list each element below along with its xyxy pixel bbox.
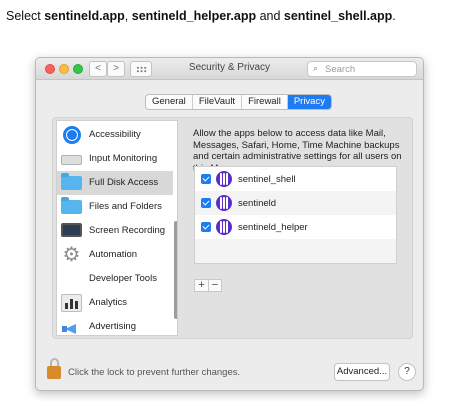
gear-icon: ⚙	[62, 244, 81, 266]
title-bar: < > Security & Privacy ⌕ Search	[36, 58, 423, 80]
sidebar-item-screen-recording[interactable]: Screen Recording	[57, 219, 173, 243]
sentinel-app-icon	[216, 195, 232, 211]
sidebar-item-full-disk-access[interactable]: Full Disk Access	[57, 171, 173, 195]
tab-privacy[interactable]: Privacy	[286, 95, 331, 109]
megaphone-icon	[61, 318, 82, 335]
instruction-app-2: sentineld_helper.app	[131, 9, 257, 23]
lock-icon[interactable]	[47, 358, 61, 380]
sidebar-item-advertising[interactable]: Advertising	[57, 315, 173, 335]
search-icon: ⌕	[313, 63, 319, 73]
sidebar-item-label: Files and Folders	[89, 201, 162, 212]
remove-app-button[interactable]: −	[208, 280, 221, 291]
sidebar-item-label: Input Monitoring	[89, 153, 158, 164]
folder-icon	[61, 197, 82, 214]
app-name: sentineld_helper	[238, 222, 308, 233]
app-row-sentinel-shell[interactable]: sentinel_shell	[195, 167, 396, 191]
instruction-app-1: sentineld.app	[44, 9, 125, 23]
sidebar-item-accessibility[interactable]: Accessibility	[57, 123, 173, 147]
empty-row	[195, 239, 396, 263]
app-row-sentineld[interactable]: sentineld	[195, 191, 396, 215]
app-checkbox[interactable]	[201, 174, 211, 184]
sidebar-item-files-and-folders[interactable]: Files and Folders	[57, 195, 173, 219]
sidebar-item-label: Automation	[89, 249, 138, 260]
tab-filevault[interactable]: FileVault	[191, 95, 241, 109]
help-button[interactable]: ?	[398, 363, 416, 381]
app-checkbox[interactable]	[201, 198, 211, 208]
keyboard-icon	[61, 155, 82, 165]
app-checkbox[interactable]	[201, 222, 211, 232]
folder-icon	[61, 173, 82, 190]
app-name: sentinel_shell	[238, 174, 296, 185]
search-placeholder: Search	[325, 64, 356, 75]
app-name: sentineld	[238, 198, 277, 209]
sidebar-item-label: Full Disk Access	[89, 177, 159, 188]
security-privacy-window: < > Security & Privacy ⌕ Search General …	[35, 57, 424, 391]
tab-bar: General FileVault Firewall Privacy	[145, 94, 332, 110]
sidebar-item-label: Developer Tools	[89, 273, 157, 284]
sidebar-item-label: Accessibility	[89, 129, 141, 140]
sidebar-scrollbar[interactable]	[174, 221, 177, 319]
sidebar-item-label: Advertising	[89, 321, 136, 332]
sidebar-item-label: Screen Recording	[89, 225, 166, 236]
sidebar-item-analytics[interactable]: Analytics	[57, 291, 173, 315]
app-row-sentineld-helper[interactable]: sentineld_helper	[195, 215, 396, 239]
footer-bar: Click the lock to prevent further change…	[36, 346, 423, 390]
lock-text: Click the lock to prevent further change…	[68, 367, 241, 378]
add-app-button[interactable]: +	[195, 280, 208, 291]
instruction-app-3: sentinel_shell.app	[283, 9, 393, 23]
sidebar-item-label: Analytics	[89, 297, 128, 308]
sentinel-app-icon	[216, 219, 232, 235]
display-icon	[61, 223, 82, 237]
sidebar-item-input-monitoring[interactable]: Input Monitoring	[57, 147, 173, 171]
sidebar-item-automation[interactable]: ⚙ Automation	[57, 243, 173, 267]
privacy-category-list: Accessibility Input Monitoring Full Disk…	[56, 120, 178, 336]
app-list: sentinel_shell sentineld sentineld_helpe…	[194, 166, 397, 264]
sidebar-item-developer-tools[interactable]: Developer Tools	[57, 267, 173, 291]
accessibility-icon	[63, 126, 81, 144]
search-input[interactable]: ⌕ Search	[307, 61, 417, 77]
tab-firewall[interactable]: Firewall	[241, 95, 287, 109]
add-remove-control: + −	[194, 279, 222, 292]
task-instruction: Select sentineld.app, sentineld_helper.a…	[6, 9, 396, 23]
chart-icon	[61, 294, 82, 312]
advanced-button[interactable]: Advanced...	[334, 363, 390, 381]
tab-general[interactable]: General	[146, 95, 192, 109]
sentinel-app-icon	[216, 171, 232, 187]
